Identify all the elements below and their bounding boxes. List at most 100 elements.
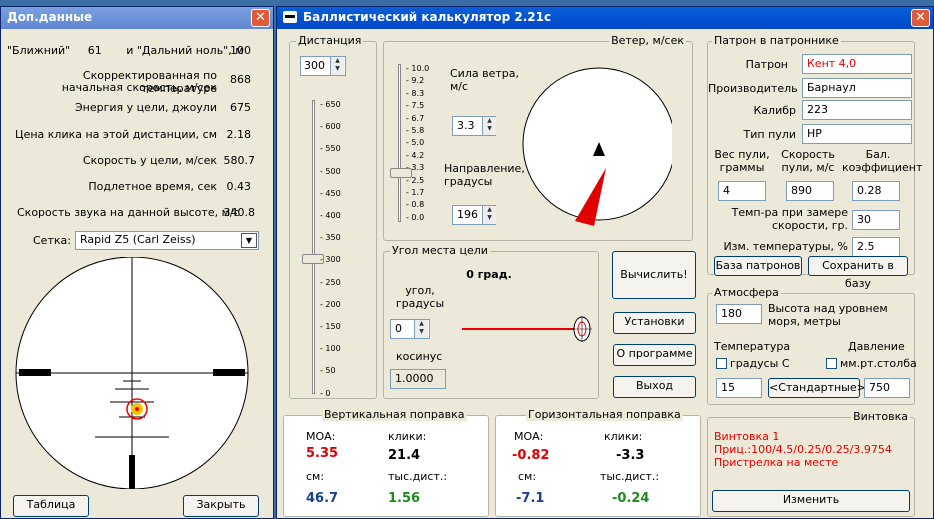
vertical-correction-title: Вертикальная поправка bbox=[322, 408, 467, 421]
bullet-type-value: HP bbox=[807, 127, 822, 140]
rifle-group: Винтовка Винтовка 1 Приц.:100/4.5/0.25/0… bbox=[707, 410, 915, 517]
distance-tick: - 300 bbox=[320, 255, 341, 265]
wind-dir-spinner[interactable]: ▲ ▼ bbox=[482, 206, 496, 224]
angle-title: Угол места цели bbox=[390, 244, 490, 257]
main-close-icon[interactable]: ✕ bbox=[911, 9, 930, 27]
reticle-select[interactable]: Rapid Z5 (Carl Zeiss) bbox=[75, 231, 259, 250]
bullet-weight-input[interactable]: 4 bbox=[718, 181, 766, 201]
angle-group: Угол места цели 0 град. угол, градусы 0 … bbox=[383, 244, 599, 399]
bullet-type-input[interactable]: HP bbox=[802, 124, 912, 144]
distance-slider-track[interactable] bbox=[312, 100, 315, 394]
wind-slider-track[interactable] bbox=[398, 64, 401, 222]
cartridge-input[interactable]: Кент 4,0 bbox=[802, 54, 912, 74]
settings-button[interactable]: Установки bbox=[613, 312, 696, 334]
distance-tick: - 450 bbox=[320, 188, 341, 198]
vert-moa-label: МОА: bbox=[306, 430, 336, 443]
reticle-select-value: Rapid Z5 (Carl Zeiss) bbox=[80, 233, 196, 246]
corrected-speed-value: 868 bbox=[230, 73, 251, 86]
chevron-down-icon[interactable]: ▼ bbox=[241, 233, 257, 248]
cosine-label: косинус bbox=[396, 350, 443, 363]
click-price-label: Цена клика на этой дистанции, см bbox=[15, 128, 217, 141]
reticle-label: Сетка: bbox=[33, 234, 71, 247]
cartridge-db-button[interactable]: База патронов bbox=[714, 256, 802, 276]
temp-change-value: 2.5 bbox=[857, 240, 875, 253]
rifle-title: Винтовка bbox=[851, 410, 910, 423]
far-zero-value: 100 bbox=[230, 44, 251, 57]
caliber-label: Калибр bbox=[753, 104, 797, 117]
horiz-cm-label: см: bbox=[518, 470, 537, 483]
cartridge-value: Кент 4,0 bbox=[807, 57, 857, 70]
cartridge-label: Патрон bbox=[745, 58, 788, 71]
main-title: Баллистический калькулятор 2.21c bbox=[303, 10, 552, 24]
table-button[interactable]: Таблица bbox=[13, 495, 89, 517]
caliber-input[interactable]: 223 bbox=[802, 100, 912, 120]
flight-time-value: 0.43 bbox=[226, 180, 252, 193]
bullet-speed-input[interactable]: 890 bbox=[786, 181, 834, 201]
wind-tick: - 1.7 bbox=[406, 188, 425, 197]
wind-tick: - 4.2 bbox=[406, 150, 425, 160]
ballistic-coef-input[interactable]: 0.28 bbox=[852, 181, 900, 201]
maker-value: Барнаул bbox=[807, 81, 856, 94]
exit-button[interactable]: Выход bbox=[613, 376, 696, 398]
distance-spinner[interactable]: ▲ ▼ bbox=[330, 57, 344, 75]
close-button[interactable]: Закрыть bbox=[183, 495, 259, 517]
cosine-value: 1.0000 bbox=[395, 372, 434, 385]
about-button[interactable]: О программе bbox=[613, 344, 696, 366]
distance-tick: - 200 bbox=[320, 299, 341, 309]
horiz-cm-value: -7.1 bbox=[516, 491, 545, 506]
angle-spinner[interactable]: ▲ ▼ bbox=[414, 320, 428, 338]
horiz-moa-label: МОА: bbox=[514, 430, 544, 443]
wind-compass[interactable] bbox=[522, 52, 672, 234]
side-close-icon[interactable]: ✕ bbox=[251, 9, 270, 27]
maker-input[interactable]: Барнаул bbox=[802, 78, 912, 98]
wind-force-label: Сила ветра, м/с bbox=[450, 67, 519, 93]
horizontal-correction-title: Горизонтальная поправка bbox=[526, 408, 683, 421]
caliber-value: 223 bbox=[807, 103, 828, 116]
side-titlebar: Доп.данные bbox=[1, 7, 273, 29]
temp-measure-input[interactable]: 30 bbox=[852, 210, 900, 230]
wind-tick: - 8.3 bbox=[406, 88, 425, 98]
distance-tick: - 150 bbox=[320, 322, 341, 331]
wind-tick: - 9.2 bbox=[406, 76, 425, 86]
calculate-button[interactable]: Вычислить! bbox=[612, 251, 696, 299]
ballistic-coef-label: Бал. коэффициент bbox=[842, 148, 923, 174]
altitude-input[interactable]: 180 bbox=[716, 304, 762, 324]
wind-tick: - 0.0 bbox=[406, 212, 425, 222]
change-rifle-button[interactable]: Изменить bbox=[712, 490, 910, 512]
wind-force-spinner[interactable]: ▲ ▼ bbox=[482, 117, 496, 135]
bullet-speed-value: 890 bbox=[791, 184, 812, 197]
reticle-view bbox=[15, 256, 249, 490]
main-titlebar: Баллистический калькулятор 2.21c bbox=[277, 7, 933, 29]
wind-tick: - 2.5 bbox=[406, 175, 425, 185]
bullet-weight-label: Вес пули, граммы bbox=[714, 148, 770, 174]
temp-change-input[interactable]: 2.5 bbox=[852, 237, 900, 257]
distance-tick: - 250 bbox=[320, 277, 341, 287]
target-speed-value: 580.7 bbox=[223, 154, 256, 167]
angle-label: угол, градусы bbox=[395, 284, 445, 310]
sound-speed-value: 340.8 bbox=[223, 206, 256, 219]
distance-tick: - 600 bbox=[320, 122, 341, 132]
temperature-input[interactable]: 15 bbox=[716, 378, 762, 398]
side-window: Доп.данные ✕ "Ближний" 61 и "Дальний нол… bbox=[0, 6, 274, 519]
click-price-value: 2.18 bbox=[226, 128, 252, 141]
distance-tick: - 50 bbox=[320, 366, 336, 376]
distance-value: 300 bbox=[304, 59, 325, 72]
standard-conditions-button[interactable]: <Стандартные> bbox=[768, 378, 866, 398]
mmhg-checkbox[interactable] bbox=[826, 358, 837, 369]
rifle-scope: Приц.:100/4.5/0.25/0.25/3.9754 bbox=[714, 443, 892, 456]
wind-tick: - 5.8 bbox=[406, 126, 425, 135]
horizontal-correction-group: Горизонтальная поправка МОА: клики: -0.8… bbox=[495, 408, 701, 517]
angle-value: 0 bbox=[395, 322, 402, 335]
wind-tick: - 3.3 bbox=[406, 163, 425, 173]
altitude-label: Высота над уровнем моря, метры bbox=[768, 302, 888, 328]
save-to-db-button[interactable]: Сохранить в базу bbox=[808, 256, 908, 290]
rifle-zero: Пристрелка на месте bbox=[714, 456, 839, 469]
celsius-checkbox[interactable] bbox=[716, 358, 727, 369]
reticle-svg bbox=[15, 256, 249, 490]
bullet-speed-label: Скорость пули, м/с bbox=[781, 148, 835, 174]
pressure-input[interactable]: 750 bbox=[864, 378, 910, 398]
maker-label: Производитель bbox=[708, 82, 798, 95]
angle-indicator bbox=[462, 316, 592, 342]
distance-tick: - 350 bbox=[320, 233, 341, 243]
temp-measure-value: 30 bbox=[857, 213, 871, 226]
